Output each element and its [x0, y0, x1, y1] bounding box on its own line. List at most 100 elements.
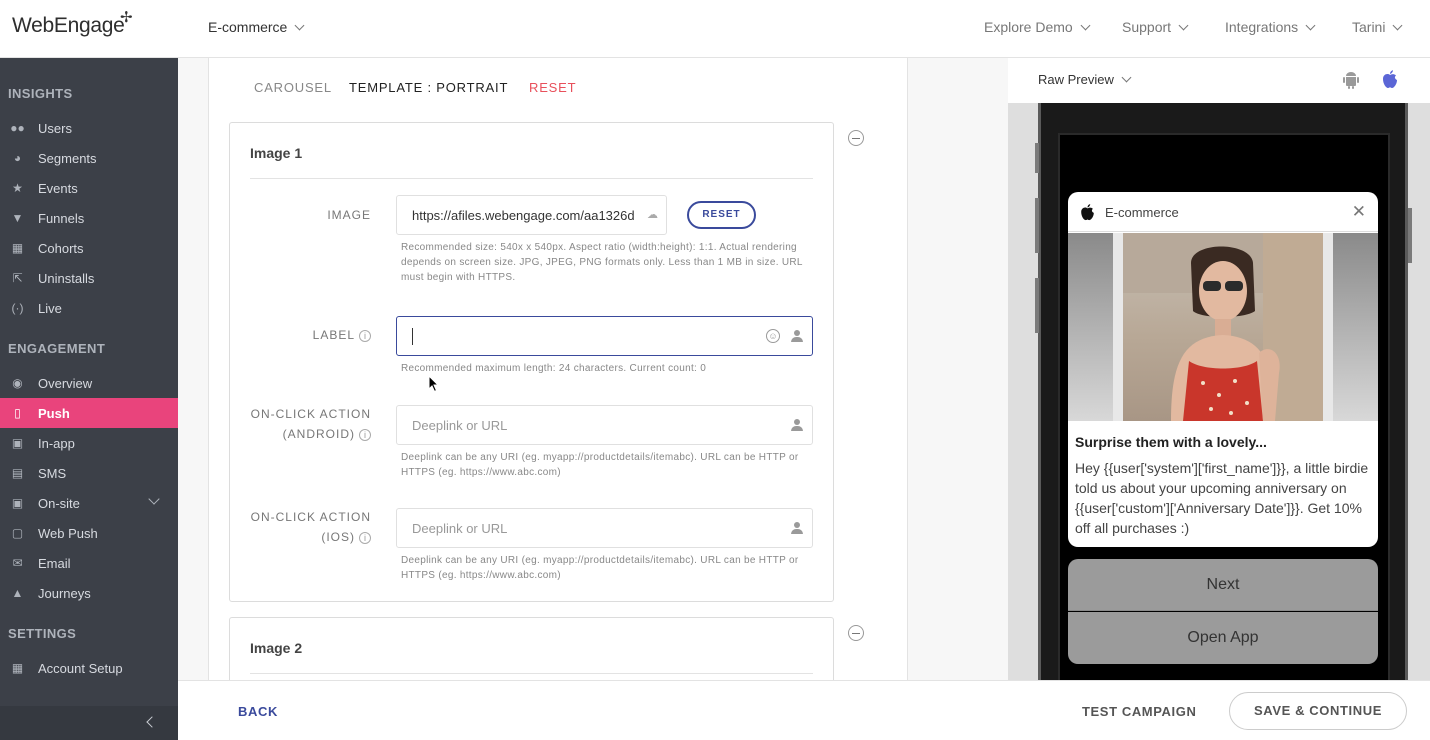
editor-canvas: CAROUSEL TEMPLATE : PORTRAIT RESET Image… [178, 58, 1008, 680]
personalization-icon[interactable] [791, 330, 803, 342]
funnel-icon: ▼ [11, 211, 24, 225]
open-app-action-button[interactable]: Open App [1068, 612, 1378, 664]
image-1-card: Image 1 IMAGE https://afiles.webengage.c… [229, 122, 834, 602]
emoji-icon[interactable]: ☺ [766, 329, 780, 343]
brand-logo[interactable]: WebEngage ✢ [12, 9, 133, 38]
apple-icon[interactable] [1381, 69, 1399, 89]
personalization-icon[interactable] [791, 419, 803, 431]
notification-body: Hey {{user['system']['first_name']}}, a … [1075, 460, 1369, 536]
push-notification: E-commerce ✕ Surprise them with a lovely… [1068, 192, 1378, 547]
card-title: Image 1 [250, 145, 303, 161]
sidebar-item-in-app[interactable]: ▣ In-app [0, 428, 178, 458]
label-input[interactable]: ☺ [396, 316, 813, 356]
sidebar-item-users[interactable]: ●● Users [0, 113, 178, 143]
editor-form: CAROUSEL TEMPLATE : PORTRAIT RESET Image… [208, 58, 908, 680]
nav-integrations[interactable]: Integrations [1225, 19, 1316, 35]
sidebar-item-live[interactable]: (·) Live [0, 293, 178, 323]
carousel-image-prev [1068, 233, 1113, 421]
chevron-down-icon [1393, 20, 1403, 31]
upload-cloud-icon[interactable]: ☁ [647, 208, 658, 221]
apple-icon [1081, 204, 1094, 221]
ios-action-label: ON-CLICK ACTION (IOS) i [250, 510, 371, 544]
info-icon[interactable]: i [359, 428, 371, 441]
preview-header: Raw Preview [1008, 58, 1430, 103]
divider [250, 673, 813, 674]
project-selector[interactable]: E-commerce [208, 19, 305, 35]
cohorts-icon: ▦ [11, 241, 24, 255]
sidebar-item-push[interactable]: ▯ Push [0, 398, 178, 428]
sidebar-item-events[interactable]: ★ Events [0, 173, 178, 203]
email-icon: ✉ [12, 556, 23, 570]
chevron-left-icon [146, 716, 158, 728]
notification-header: E-commerce ✕ [1068, 192, 1378, 232]
sidebar-item-overview[interactable]: ◉ Overview [0, 368, 178, 398]
users-icon: ●● [10, 121, 25, 135]
sms-icon: ▤ [11, 466, 24, 480]
android-icon[interactable] [1342, 70, 1360, 90]
sidebar-item-segments[interactable]: ◕ Segments [0, 143, 178, 173]
ios-deeplink-input[interactable]: Deeplink or URL [396, 508, 813, 548]
phone-frame: E-commerce ✕ Surprise them with a lovely… [1035, 103, 1412, 680]
sidebar: INSIGHTS ●● Users ◕ Segments ★ Events ▼ Funn… [0, 58, 178, 740]
ios-help-text: Deeplink can be any URI (eg. myapp://pro… [401, 555, 799, 581]
info-icon[interactable]: i [359, 531, 371, 544]
image-2-card: Image 2 [229, 617, 834, 680]
sidebar-item-on-site[interactable]: ▣ On-site [0, 488, 178, 518]
sidebar-item-account-setup[interactable]: ▦ Account Setup [0, 653, 178, 683]
nav-explore-demo[interactable]: Explore Demo [984, 19, 1091, 35]
close-icon[interactable]: ✕ [1352, 202, 1366, 222]
on-site-icon: ▣ [11, 496, 24, 510]
chevron-down-icon [1121, 72, 1132, 83]
footer-bar: BACK TEST CAMPAIGN SAVE & CONTINUE [178, 680, 1430, 740]
info-icon[interactable]: i [359, 329, 371, 342]
chevron-down-icon [1305, 20, 1316, 31]
card-title: Image 2 [250, 640, 303, 656]
android-deeplink-input[interactable]: Deeplink or URL [396, 405, 813, 445]
collapse-sidebar-button[interactable] [0, 706, 178, 740]
image-url-input[interactable]: https://afiles.webengage.com/aa1326d ☁ [396, 195, 667, 235]
remove-image-2-icon[interactable] [848, 625, 864, 641]
sidebar-item-cohorts[interactable]: ▦ Cohorts [0, 233, 178, 263]
label-field-label: LABEL i [250, 325, 371, 345]
carousel-images [1068, 233, 1378, 421]
rocket-icon: ▲ [11, 586, 24, 600]
phone-button [1035, 143, 1039, 173]
sidebar-item-email[interactable]: ✉ Email [0, 548, 178, 578]
sidebar-item-sms[interactable]: ▤ SMS [0, 458, 178, 488]
tab-template-portrait[interactable]: TEMPLATE : PORTRAIT [349, 80, 508, 95]
phone-button [1408, 208, 1412, 263]
star-icon: ★ [12, 181, 23, 195]
phone-button [1035, 278, 1039, 333]
android-help-text: Deeplink can be any URI (eg. myapp://pro… [401, 452, 799, 478]
section-settings: SETTINGS [8, 626, 77, 641]
chevron-down-icon[interactable] [148, 493, 160, 505]
top-bar: WebEngage ✢ E-commerce Explore Demo Suppo… [0, 0, 1430, 58]
uninstall-icon: ⇱ [12, 271, 23, 285]
project-name: E-commerce [208, 19, 288, 35]
image-field-label: IMAGE [327, 208, 371, 222]
tab-carousel[interactable]: CAROUSEL [254, 80, 332, 95]
test-campaign-button[interactable]: TEST CAMPAIGN [1082, 704, 1196, 719]
mouse-cursor-icon [428, 375, 440, 393]
eye-icon: ◉ [12, 376, 23, 390]
reset-image-button[interactable]: RESET [687, 201, 756, 229]
personalization-icon[interactable] [791, 522, 803, 534]
image-help-text: Recommended size: 540x x 540px. Aspect r… [401, 242, 803, 283]
nav-user-menu[interactable]: Tarini [1352, 19, 1403, 35]
carousel-image-next [1333, 233, 1378, 421]
next-action-button[interactable]: Next [1068, 559, 1378, 611]
sidebar-item-web-push[interactable]: ▢ Web Push [0, 518, 178, 548]
save-continue-button[interactable]: SAVE & CONTINUE [1229, 692, 1407, 730]
preview-mode-selector[interactable]: Raw Preview [1038, 72, 1132, 87]
sidebar-item-journeys[interactable]: ▲ Journeys [0, 578, 178, 608]
sidebar-item-funnels[interactable]: ▼ Funnels [0, 203, 178, 233]
sidebar-item-uninstalls[interactable]: ⇱ Uninstalls [0, 263, 178, 293]
reset-template-button[interactable]: RESET [529, 80, 576, 95]
live-icon: (·) [11, 301, 24, 315]
grid-icon: ▦ [11, 661, 24, 675]
chevron-down-icon [1080, 20, 1091, 31]
back-button[interactable]: BACK [238, 704, 278, 719]
section-insights: INSIGHTS [8, 86, 73, 101]
nav-support[interactable]: Support [1122, 19, 1189, 35]
remove-image-1-icon[interactable] [848, 130, 864, 146]
